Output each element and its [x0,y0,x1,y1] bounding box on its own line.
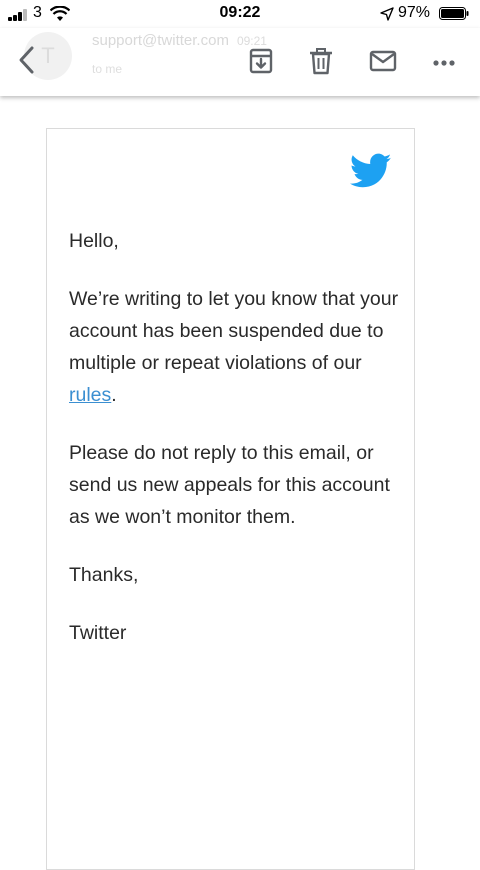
recipient-line: to me [92,62,123,76]
suspension-paragraph: We’re writing to let you know that your … [69,283,399,411]
back-arrow-icon[interactable] [12,42,44,78]
email-message: Hello, We’re writing to let you know tha… [69,225,399,675]
mark-unread-mail-icon[interactable] [368,46,398,76]
status-bar: 3 09:22 97% [0,0,480,28]
no-reply-paragraph: Please do not reply to this email, or se… [69,442,390,528]
battery-icon [439,7,469,20]
trash-icon[interactable] [306,46,336,76]
archive-icon[interactable] [246,46,276,76]
suspension-text: We’re writing to let you know that your … [69,288,399,374]
closing: Thanks, [69,564,139,586]
rules-link[interactable]: rules [69,384,111,406]
suspension-text-end: . [111,384,117,406]
more-options-icon[interactable] [430,46,460,76]
sender-line: support@twitter.com 09:21 [92,32,267,49]
email-body-card: Hello, We’re writing to let you know tha… [46,128,415,870]
signature: Twitter [69,622,127,644]
email-header: T support@twitter.com 09:21 to me [0,28,480,96]
twitter-bird-logo-icon [350,153,392,188]
location-arrow-icon [380,7,394,21]
battery-percentage: 97% [398,4,431,21]
sender-address: support@twitter.com [92,32,229,49]
greeting: Hello, [69,230,119,252]
